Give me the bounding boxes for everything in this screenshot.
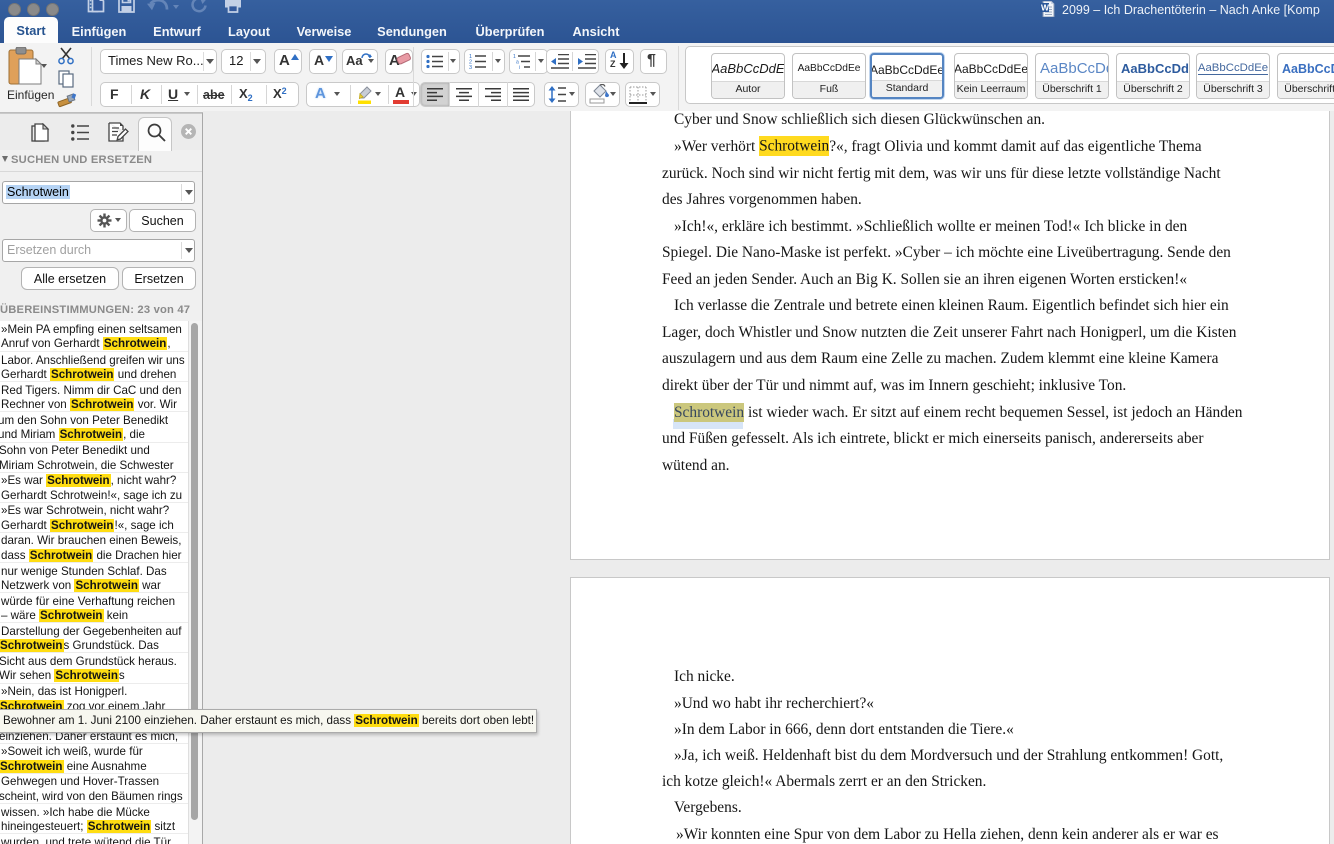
svg-text:i: i: [519, 65, 520, 69]
svg-text:3: 3: [469, 65, 472, 69]
svg-text:W: W: [1041, 3, 1050, 13]
